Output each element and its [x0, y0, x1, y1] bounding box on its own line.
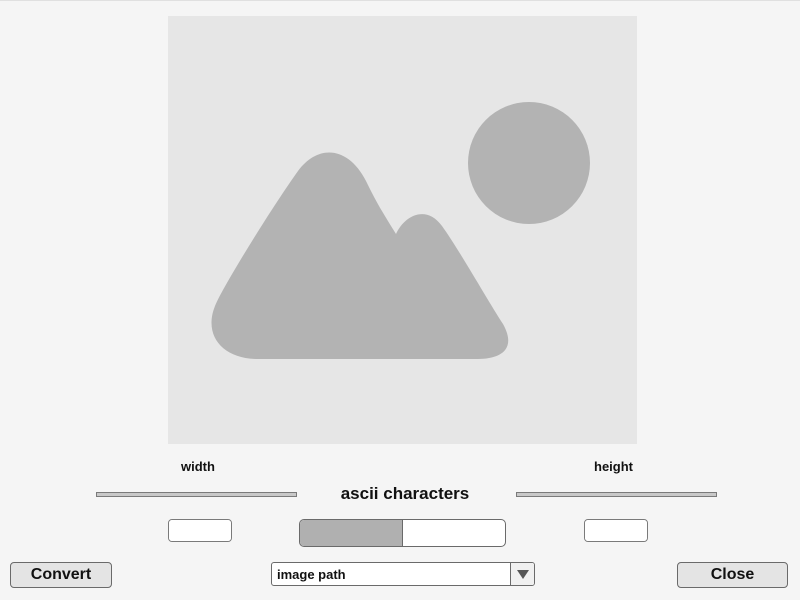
ascii-characters-label: ascii characters: [340, 484, 470, 503]
height-label: height: [594, 459, 633, 474]
close-button[interactable]: Close: [677, 562, 788, 588]
left-separator: [96, 492, 297, 497]
ascii-characters-slider[interactable]: [299, 519, 506, 547]
image-path-value[interactable]: image path: [272, 563, 510, 585]
width-spinner[interactable]: ▲ ▼: [168, 519, 232, 542]
image-path-combobox[interactable]: image path: [271, 562, 535, 586]
triangle-down-icon: [516, 569, 529, 579]
image-placeholder-icon: [211, 102, 590, 359]
height-spinner[interactable]: ▲ ▼: [584, 519, 648, 542]
height-input[interactable]: [585, 520, 647, 541]
convert-button[interactable]: Convert: [10, 562, 112, 588]
image-preview: [168, 16, 637, 444]
dropdown-button[interactable]: [510, 563, 534, 585]
right-separator: [516, 492, 717, 497]
converter-window: width height ascii characters ▲ ▼ ▲ ▼ Co…: [0, 0, 800, 600]
width-label: width: [181, 459, 215, 474]
slider-fill: [300, 520, 403, 546]
width-input[interactable]: [169, 520, 231, 541]
